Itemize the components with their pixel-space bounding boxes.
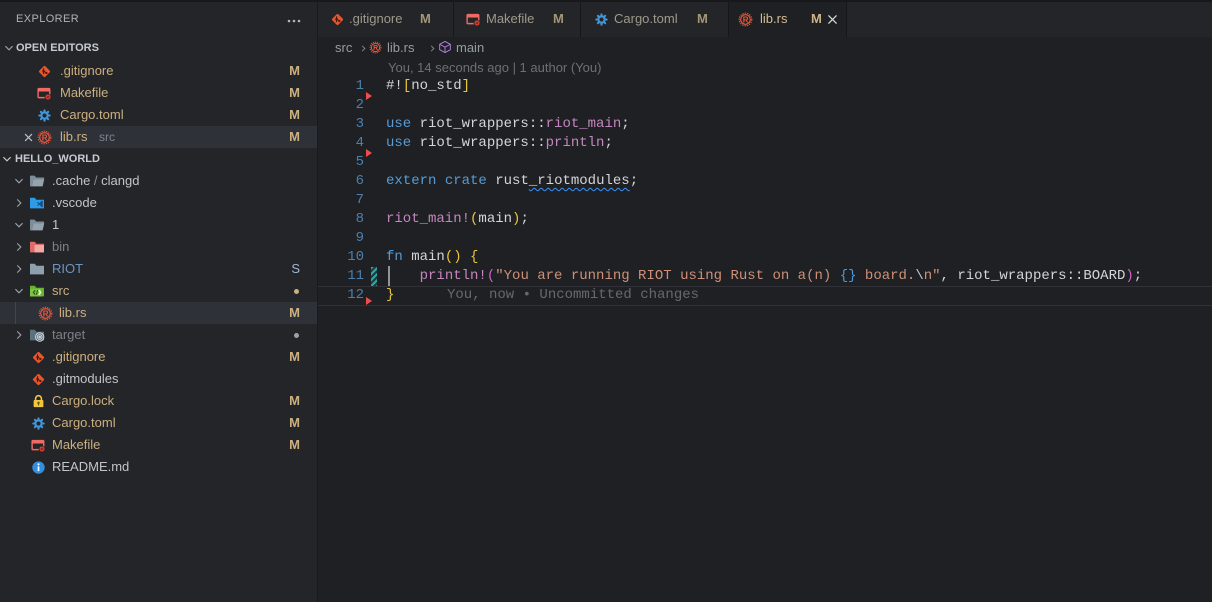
svg-text:R: R: [743, 16, 749, 25]
svg-text:R: R: [373, 45, 378, 52]
svg-text:R: R: [43, 309, 49, 318]
svg-text:R: R: [42, 133, 48, 142]
